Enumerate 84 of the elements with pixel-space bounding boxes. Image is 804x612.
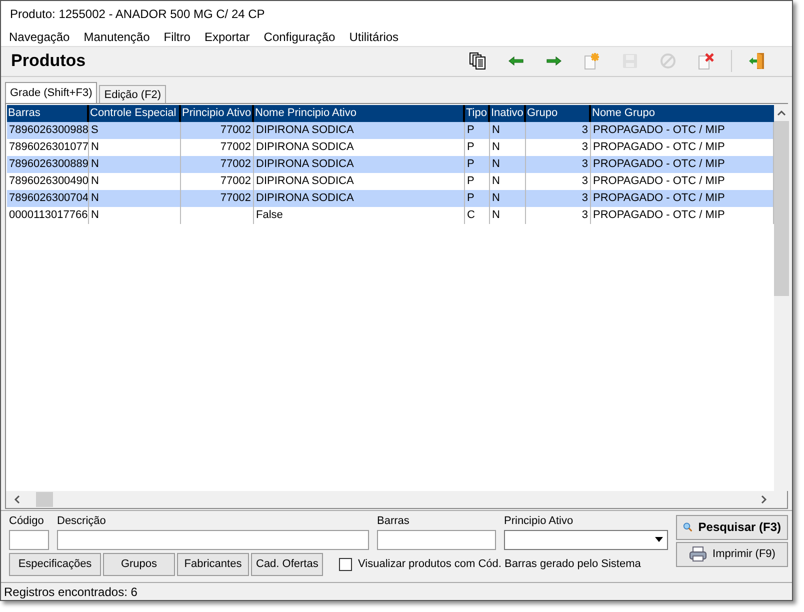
table-cell: P bbox=[467, 141, 474, 153]
print-button[interactable]: Imprimir (F9) bbox=[676, 542, 788, 567]
status-text: Registros encontrados: 6 bbox=[4, 584, 138, 599]
horizontal-scrollbar[interactable] bbox=[6, 490, 787, 508]
table-cell: PROPAGADO - OTC / MIP bbox=[593, 192, 725, 204]
column-header[interactable]: Nome Grupo bbox=[591, 105, 774, 122]
table-cell: 3 bbox=[582, 141, 588, 153]
scrollbar-thumb[interactable] bbox=[774, 121, 789, 296]
table-cell: PROPAGADO - OTC / MIP bbox=[593, 209, 725, 221]
action-button[interactable]: Cad. Ofertas bbox=[251, 552, 323, 576]
table-cell: P bbox=[467, 158, 474, 170]
table-cell: P bbox=[467, 192, 474, 204]
table-cell: 77002 bbox=[220, 192, 251, 204]
table-cell: PROPAGADO - OTC / MIP bbox=[593, 175, 725, 187]
table-cell: 7896026300889 bbox=[9, 158, 88, 170]
action-button[interactable]: Fabricantes bbox=[177, 552, 249, 576]
table-cell: N bbox=[492, 124, 500, 136]
table-cell: 3 bbox=[582, 175, 588, 187]
field-label: Barras bbox=[377, 514, 410, 527]
printer-icon bbox=[688, 546, 707, 562]
table-cell: 3 bbox=[582, 124, 588, 136]
table-cell: 7896026300988 bbox=[9, 124, 88, 136]
table-cell: 0000113017766 bbox=[9, 209, 88, 221]
table-cell: N bbox=[492, 158, 500, 170]
scroll-up-icon[interactable] bbox=[777, 110, 786, 116]
action-button[interactable]: Grupos bbox=[103, 552, 175, 576]
description-input-field[interactable] bbox=[57, 530, 369, 550]
table-cell: 77002 bbox=[220, 124, 251, 136]
table-cell: N bbox=[492, 192, 500, 204]
table-cell: 77002 bbox=[220, 175, 251, 187]
field-label: Código bbox=[9, 514, 45, 527]
table-cell: 77002 bbox=[220, 141, 251, 153]
checkbox[interactable] bbox=[339, 558, 352, 571]
menu-item[interactable]: Configuração bbox=[264, 30, 336, 44]
table-cell: 3 bbox=[582, 209, 588, 221]
menu-item[interactable]: Utilitários bbox=[349, 30, 399, 44]
checkbox-label[interactable]: Visualizar produtos com Cód. Barras gerado pelo Sistema bbox=[358, 558, 641, 570]
table-cell: PROPAGADO - OTC / MIP bbox=[593, 141, 725, 153]
table-cell: DIPIRONA SODICA bbox=[256, 158, 354, 170]
dropdown-arrow-icon bbox=[655, 537, 663, 542]
vertical-scrollbar[interactable] bbox=[774, 104, 789, 491]
table-cell: S bbox=[91, 124, 98, 136]
scroll-left-icon[interactable] bbox=[14, 494, 20, 504]
table-cell: N bbox=[492, 141, 500, 153]
tab[interactable]: Edição (F2) bbox=[99, 85, 166, 103]
table-cell: N bbox=[91, 192, 99, 204]
field-label: Descrição bbox=[57, 514, 107, 527]
table-cell: N bbox=[91, 209, 99, 221]
table-cell: 3 bbox=[582, 192, 588, 204]
table-cell: DIPIRONA SODICA bbox=[256, 192, 354, 204]
tab[interactable]: Grade (Shift+F3) bbox=[5, 82, 98, 103]
table-cell: PROPAGADO - OTC / MIP bbox=[593, 158, 725, 170]
active-ingredient-dropdown[interactable] bbox=[504, 530, 668, 550]
table-cell: N bbox=[91, 175, 99, 187]
table-cell: C bbox=[467, 209, 475, 221]
table-cell: DIPIRONA SODICA bbox=[256, 141, 354, 153]
table-cell: PROPAGADO - OTC / MIP bbox=[593, 124, 725, 136]
menu-item[interactable]: Exportar bbox=[204, 30, 250, 44]
page-title: Produtos bbox=[11, 51, 86, 72]
table-cell: N bbox=[492, 209, 500, 221]
scroll-right-icon[interactable] bbox=[761, 494, 767, 504]
field-label: Principio Ativo bbox=[504, 514, 574, 527]
scrollbar-thumb[interactable] bbox=[36, 492, 53, 507]
table-cell: DIPIRONA SODICA bbox=[256, 124, 354, 136]
menu-item[interactable]: Manutenção bbox=[84, 30, 150, 44]
code-input-field[interactable] bbox=[9, 530, 49, 550]
table-cell: 7896026301077 bbox=[9, 141, 88, 153]
menu-item[interactable]: Filtro bbox=[164, 30, 190, 44]
table-cell: False bbox=[256, 209, 283, 221]
table-cell: N bbox=[492, 175, 500, 187]
table-cell: N bbox=[91, 141, 99, 153]
table-cell: 77002 bbox=[220, 158, 251, 170]
table-cell: N bbox=[91, 158, 99, 170]
table-cell: DIPIRONA SODICA bbox=[256, 175, 354, 187]
table-cell: 7896026300704 bbox=[9, 192, 88, 204]
barcode-input-field[interactable] bbox=[377, 530, 496, 550]
search-button[interactable]: Pesquisar (F3) bbox=[676, 514, 788, 540]
table-cell: 7896026300490 bbox=[9, 175, 88, 187]
table-cell: P bbox=[467, 175, 474, 187]
window-title: Produto: 1255002 - ANADOR 500 MG C/ 24 CP bbox=[10, 7, 265, 22]
table-cell: 3 bbox=[582, 158, 588, 170]
action-button[interactable]: Especificações bbox=[9, 552, 101, 576]
table-cell: P bbox=[467, 124, 474, 136]
menu-item[interactable]: Navegação bbox=[9, 30, 70, 44]
